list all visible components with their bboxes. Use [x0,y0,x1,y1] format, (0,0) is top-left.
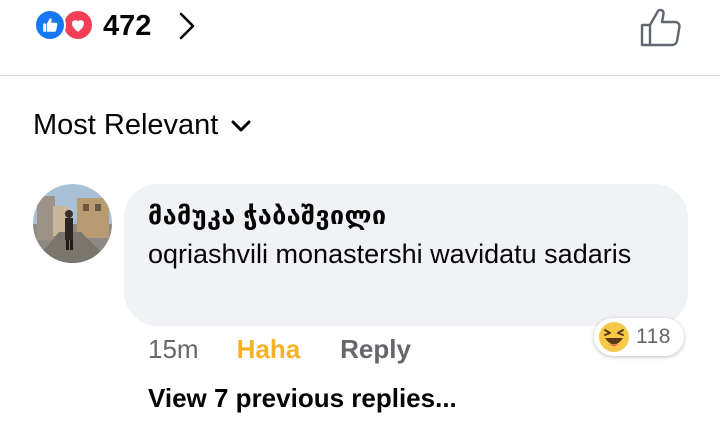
view-previous-replies-link[interactable]: View 7 previous replies... [148,380,457,416]
comment-timestamp: 15m [148,333,199,364]
comment-author[interactable]: მამუკა ჭაბაშვილი [148,200,664,232]
love-icon [62,9,94,41]
haha-reaction-button[interactable]: Haha [237,334,301,365]
reactions-bar: 472 [0,0,720,76]
sort-label: Most Relevant [33,109,219,141]
comment-text: oqriashvili monastershi wavidatu sadaris [148,239,632,269]
haha-icon [599,322,629,352]
avatar[interactable] [33,184,112,263]
comment-bubble: მამუკა ჭაბაშვილი oqriashvili monastershi… [124,184,688,326]
sort-dropdown[interactable]: Most Relevant [33,106,252,144]
comment-actions: 15m Haha Reply [148,332,411,366]
reply-button[interactable]: Reply [340,334,411,365]
chevron-down-icon [231,120,251,132]
chevron-right-icon[interactable] [176,10,198,42]
reaction-count-label: 118 [636,325,671,348]
like-outline-icon[interactable] [638,6,684,48]
reaction-icons[interactable] [34,9,98,41]
comment-reaction-pill[interactable]: 118 [594,318,684,356]
reaction-count[interactable]: 472 [103,10,151,42]
like-icon [34,9,66,41]
